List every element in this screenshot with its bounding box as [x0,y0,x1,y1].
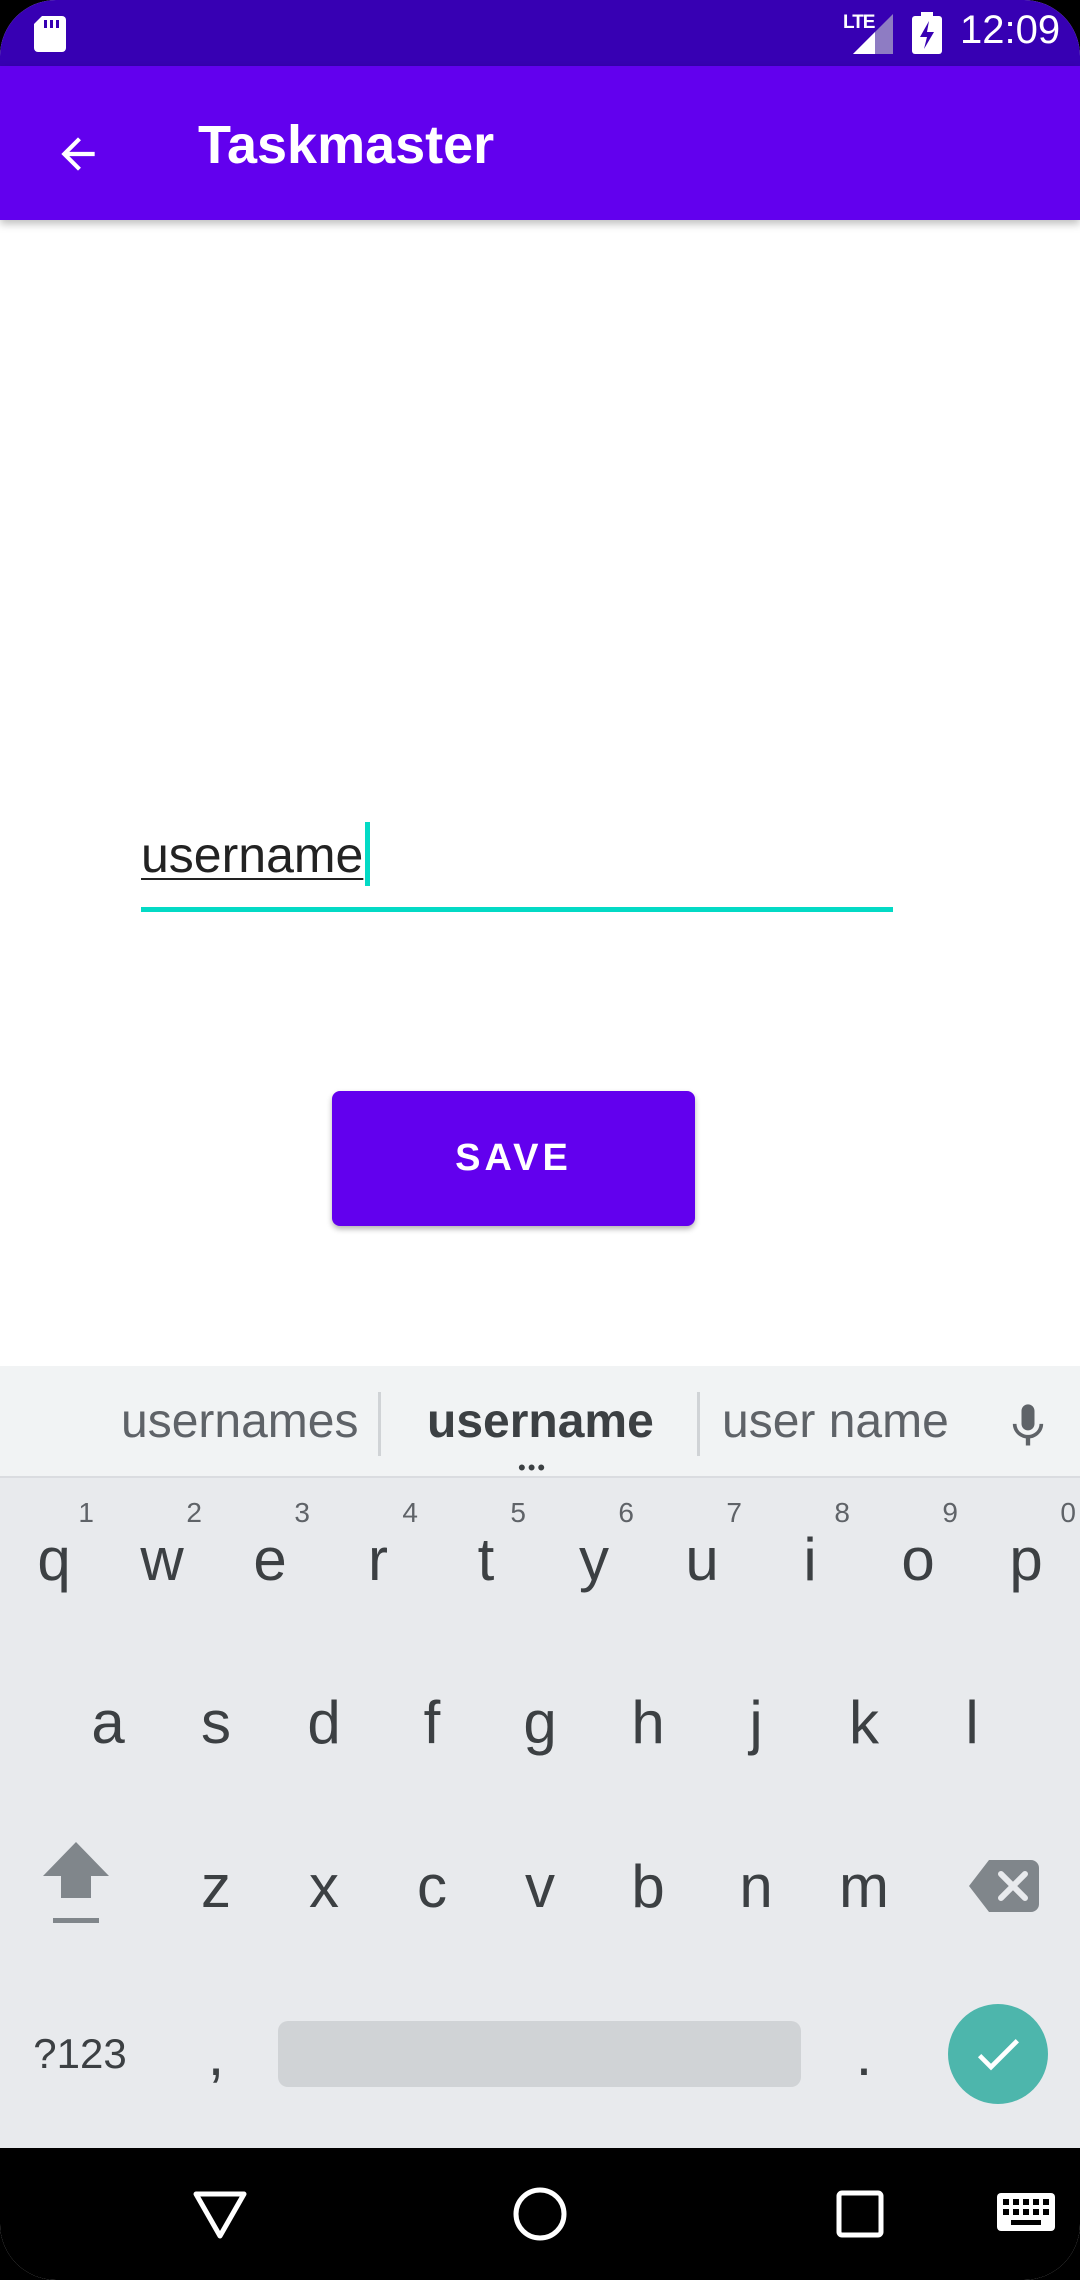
suggestion-item-primary[interactable]: username [427,1394,654,1449]
save-button[interactable]: SAVE [332,1091,695,1226]
shift-key[interactable] [20,1820,132,1952]
key-z[interactable]: z [162,1820,270,1952]
clock: 12:09 [960,8,1061,52]
microphone-icon[interactable] [1002,1394,1054,1458]
square-recents-icon [836,2190,884,2238]
keyboard-icon [997,2193,1055,2231]
key-b[interactable]: b [594,1820,702,1952]
key-x[interactable]: x [270,1820,378,1952]
signal-strength-icon [853,14,893,54]
key-d[interactable]: d [270,1656,378,1788]
home-nav-button[interactable] [504,2178,576,2250]
key-f[interactable]: f [378,1656,486,1788]
suggestion-divider [378,1392,381,1456]
key-h[interactable]: h [594,1656,702,1788]
key-u[interactable]: 7u [648,1493,756,1625]
username-input-value[interactable]: username [141,822,371,886]
key-t[interactable]: 5t [432,1493,540,1625]
triangle-back-icon [193,2191,247,2239]
text-cursor [365,822,371,886]
key-n[interactable]: n [702,1820,810,1952]
navigation-bar [0,2148,1080,2280]
more-suggestions-dots[interactable]: ••• [518,1457,547,1479]
key-q[interactable]: 1q [0,1493,108,1625]
check-icon [977,2039,1019,2071]
key-v[interactable]: v [486,1820,594,1952]
sd-card-icon [34,16,66,52]
suggestion-divider [697,1392,700,1456]
back-button[interactable] [34,110,122,198]
key-g[interactable]: g [486,1656,594,1788]
backspace-key[interactable] [948,1820,1060,1952]
suggestion-strip: usernames username ••• user name [0,1366,1080,1479]
soft-keyboard: usernames username ••• user name 1q 2w 3… [0,1366,1080,2148]
keyboard-switch-button[interactable] [990,2178,1062,2250]
key-c[interactable]: c [378,1820,486,1952]
suggestion-item[interactable]: user name [722,1394,949,1449]
arrow-back-icon [61,137,95,171]
key-e[interactable]: 3e [216,1493,324,1625]
key-period[interactable]: . [810,1988,918,2120]
status-bar: LTE 12:09 [0,0,1080,66]
battery-charging-icon [912,12,942,54]
app-title: Taskmaster [198,115,495,175]
back-nav-button[interactable] [184,2178,256,2250]
space-key[interactable] [278,2021,801,2087]
key-y[interactable]: 6y [540,1493,648,1625]
key-j[interactable]: j [702,1656,810,1788]
username-input[interactable]: username [141,800,893,912]
key-a[interactable]: a [54,1656,162,1788]
circle-home-icon [513,2187,567,2241]
key-r[interactable]: 4r [324,1493,432,1625]
key-o[interactable]: 9o [864,1493,972,1625]
key-m[interactable]: m [810,1820,918,1952]
key-comma[interactable]: , [162,1988,270,2120]
key-s[interactable]: s [162,1656,270,1788]
key-i[interactable]: 8i [756,1493,864,1625]
key-p[interactable]: 0p [972,1493,1080,1625]
shift-icon [43,1842,109,1923]
enter-key[interactable] [948,2004,1048,2104]
suggestion-item[interactable]: usernames [121,1394,358,1449]
screen: LTE 12:09 Taskmaster username SAVE usern… [0,0,1080,2280]
key-w[interactable]: 2w [108,1493,216,1625]
backspace-icon [969,1860,1039,1912]
symbols-key[interactable]: ?123 [10,1988,150,2120]
recents-nav-button[interactable] [824,2178,896,2250]
app-bar: Taskmaster [0,66,1080,220]
key-l[interactable]: l [918,1656,1026,1788]
key-k[interactable]: k [810,1656,918,1788]
